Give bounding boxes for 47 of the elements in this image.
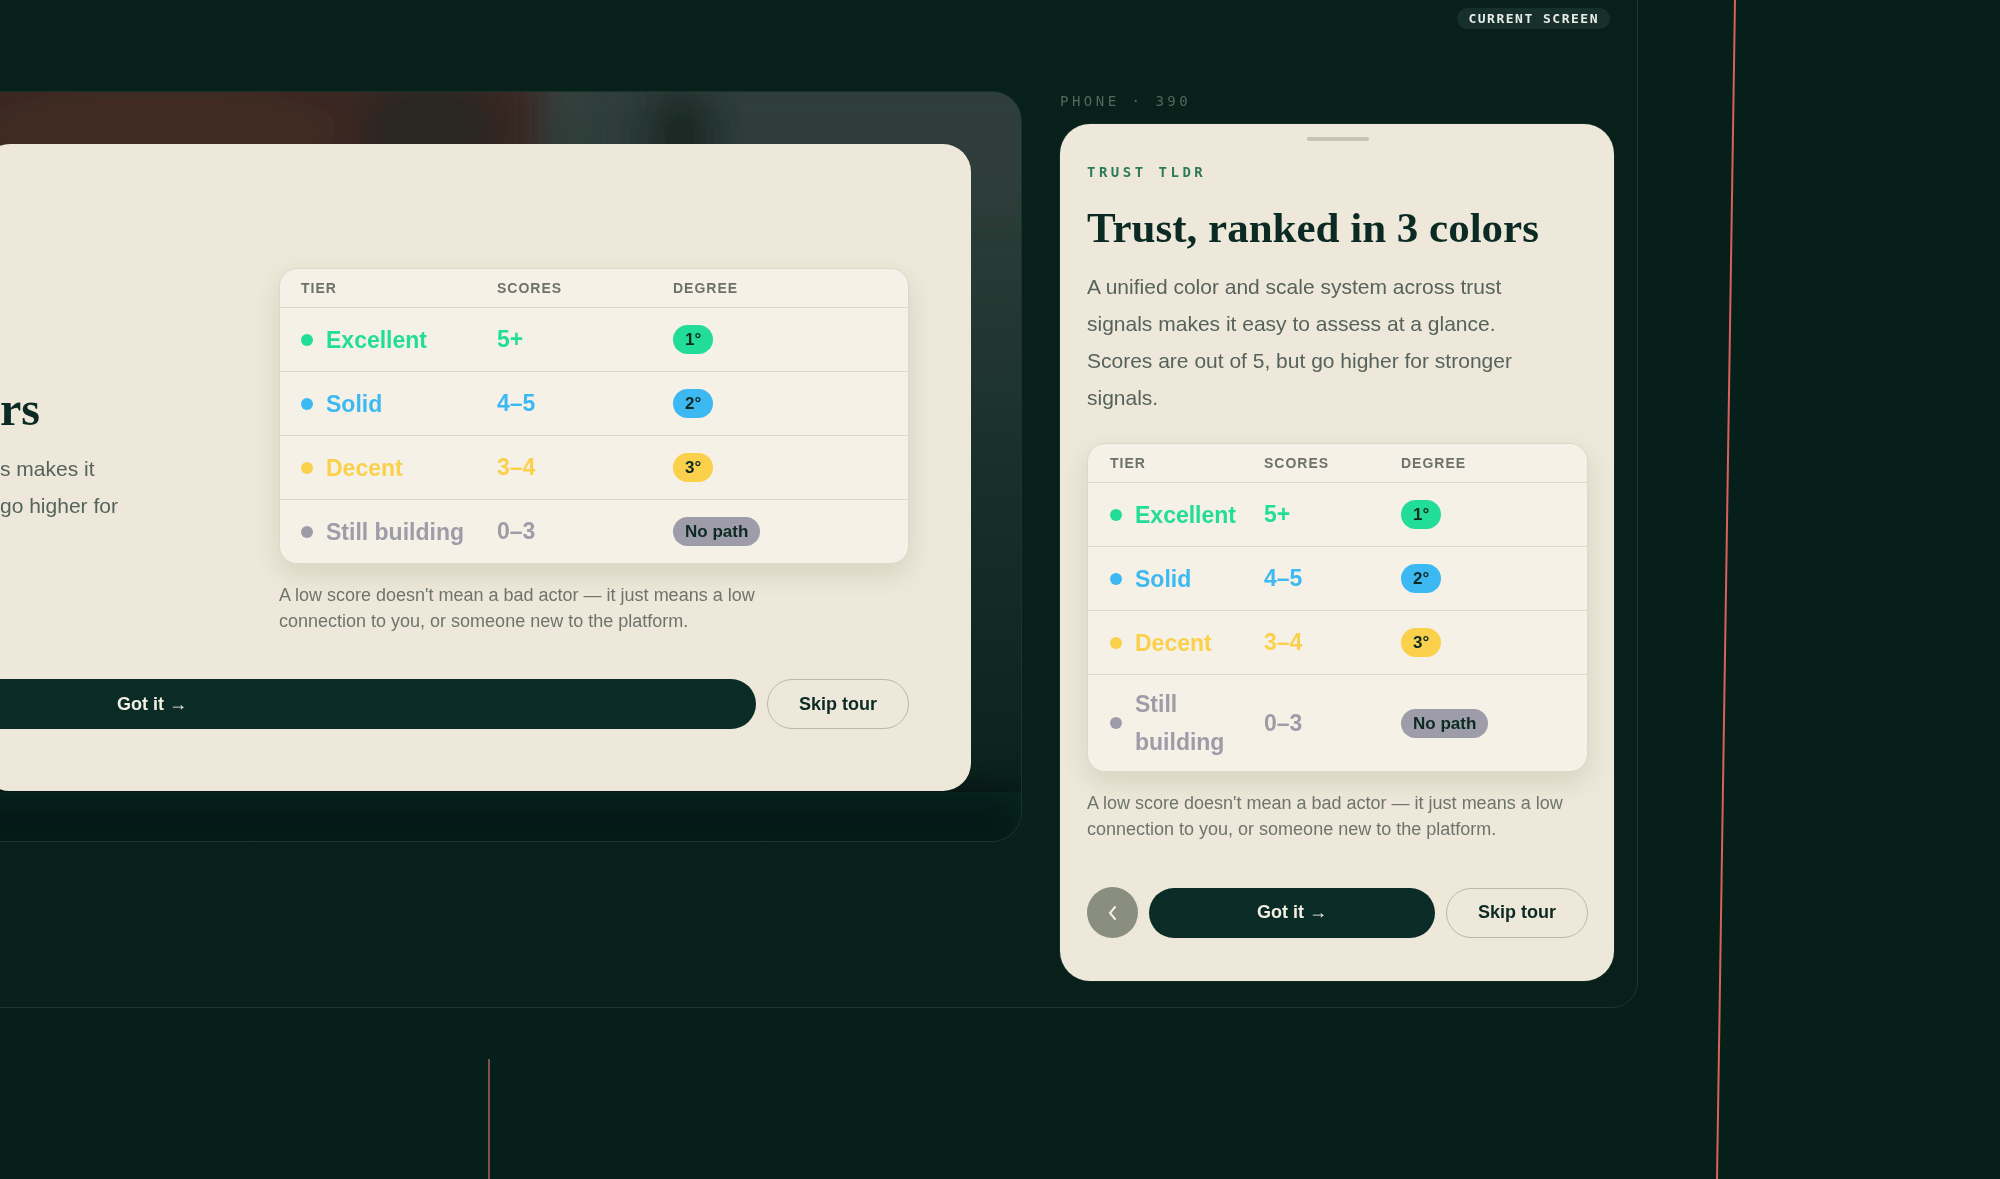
column-header: TIER <box>1110 455 1146 471</box>
footnote-text: A low score doesn't mean a bad actor — it just means a low connection to you, or someone new to the platform. <box>1087 792 1564 841</box>
tier-label: Solid <box>326 389 383 419</box>
tier-label: Solid <box>1135 564 1192 594</box>
column-header: TIER <box>301 280 337 296</box>
device-label: PHONE · 390 <box>1060 92 1193 111</box>
tier-label: Still building <box>326 517 464 547</box>
drag-handle[interactable] <box>1306 137 1369 141</box>
degree-badge: 3° <box>673 453 714 482</box>
score-range: 0–3 <box>1264 709 1303 737</box>
score-range: 4–5 <box>497 390 536 417</box>
degree-badge: 1° <box>673 325 714 354</box>
score-range: 5+ <box>1264 501 1291 528</box>
description-text: s makes it <box>0 456 96 482</box>
primary-button[interactable]: Got it → <box>1149 887 1435 938</box>
card-heading: Trust, ranked in 3 colors <box>1087 203 1540 253</box>
primary-button[interactable]: Got it → <box>0 679 756 729</box>
card-heading: rs <box>0 382 41 436</box>
tier-label: Excellent <box>326 325 427 355</box>
footnote-text: A low score doesn't mean a bad actor — it just means a low connection to you, or someone new to the platform. <box>279 584 756 633</box>
chevron-left-icon <box>1108 905 1117 920</box>
degree-badge: 1° <box>1401 500 1442 529</box>
degree-badge: No path <box>673 517 761 546</box>
score-range: 5+ <box>497 326 524 353</box>
back-button[interactable] <box>1087 887 1138 938</box>
degree-badge: 3° <box>1401 628 1442 657</box>
score-range: 4–5 <box>1264 565 1303 592</box>
tier-label: Decent <box>1135 628 1212 658</box>
column-header: DEGREE <box>1401 455 1467 471</box>
tier-label: Decent <box>326 453 403 483</box>
column-header: SCORES <box>1264 455 1330 471</box>
degree-badge: No path <box>1401 708 1489 738</box>
column-header: DEGREE <box>673 280 739 296</box>
description-text: go higher for <box>0 493 119 519</box>
eyebrow-label: TRUST TLDR <box>1087 163 1208 181</box>
score-range: 3–4 <box>1264 629 1303 656</box>
degree-badge: 2° <box>673 389 714 418</box>
secondary-button[interactable]: Skip tour <box>767 679 909 729</box>
score-range: 0–3 <box>497 518 536 545</box>
tier-label: Still building <box>1135 690 1226 757</box>
secondary-button[interactable]: Skip tour <box>1446 887 1588 938</box>
description-text: A unified color and scale system across trust signals makes it easy to assess at a glance. Scores are out of 5, but go higher for stronger signals. <box>1087 274 1513 411</box>
column-header: SCORES <box>497 280 563 296</box>
degree-badge: 2° <box>1401 564 1442 593</box>
status-badge: CURRENT SCREEN <box>1457 8 1610 29</box>
score-range: 3–4 <box>497 454 536 481</box>
tier-label: Excellent <box>1135 500 1236 530</box>
